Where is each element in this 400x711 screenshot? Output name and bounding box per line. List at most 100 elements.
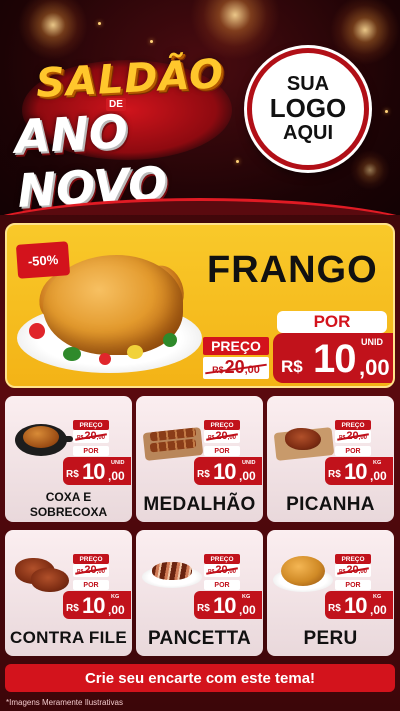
hero-preco-label: PREÇO bbox=[203, 337, 269, 355]
por-label: POR bbox=[204, 580, 240, 590]
hero-por-label: POR bbox=[277, 311, 387, 333]
roast-turkey-shape bbox=[281, 556, 325, 586]
old-price-cents: ,00 bbox=[96, 569, 105, 575]
header-banner: SALDÃO ANO NOVO DE SUA LOGO AQUI bbox=[0, 0, 400, 215]
preco-label: PREÇO bbox=[204, 554, 240, 564]
price-int: 10 bbox=[344, 459, 368, 484]
currency-symbol: R$ bbox=[208, 569, 215, 575]
old-price-cents: ,00 bbox=[358, 435, 367, 441]
old-price: R$ 20 ,00 bbox=[73, 564, 109, 577]
price-cents: ,00 bbox=[359, 355, 390, 380]
por-label: POR bbox=[335, 446, 371, 456]
logo-text-line-3: AQUI bbox=[283, 121, 333, 144]
new-price: R$ 10 KG ,00 bbox=[63, 591, 131, 619]
price-int: 10 bbox=[213, 459, 237, 484]
product-card[interactable]: PREÇO R$ 20 ,00 POR R$ 10 KG ,00 PICANHA bbox=[267, 396, 394, 522]
hero-product-name: FRANGO bbox=[207, 249, 378, 291]
price-cents: ,00 bbox=[370, 469, 387, 483]
price-cents: ,00 bbox=[239, 469, 256, 483]
currency-symbol: R$ bbox=[66, 469, 79, 480]
steak-shape bbox=[285, 428, 321, 450]
price-unit: UNID bbox=[361, 337, 383, 347]
new-price: R$ 10 KG ,00 bbox=[325, 591, 393, 619]
price-int: 10 bbox=[82, 593, 106, 618]
product-name: MEDALHÃO bbox=[143, 494, 256, 515]
price-unit: KG bbox=[373, 460, 382, 466]
firework-graphic bbox=[18, 0, 88, 60]
medallion-image bbox=[140, 416, 204, 464]
currency-symbol: R$ bbox=[77, 435, 84, 441]
old-price-int: 20 bbox=[84, 430, 97, 442]
por-label: POR bbox=[73, 446, 109, 456]
currency-symbol: R$ bbox=[208, 435, 215, 441]
old-price: R$ 20 ,00 bbox=[73, 430, 109, 443]
hero-old-price: PREÇO R$ 20 ,00 bbox=[203, 333, 271, 381]
old-price: R$ 20 ,00 bbox=[204, 430, 240, 443]
product-name: CONTRA FILE bbox=[10, 628, 127, 647]
hero-offer[interactable]: -50% FRANGO POR PREÇO R$ 20 ,00 R$ 10 UN… bbox=[5, 223, 395, 388]
product-card[interactable]: PREÇO R$ 20 ,00 POR R$ 10 UNID ,00 COXA … bbox=[5, 396, 132, 522]
price-cents: ,00 bbox=[239, 603, 256, 617]
product-card[interactable]: PREÇO R$ 20 ,00 POR R$ 10 KG ,00 CONTRA … bbox=[5, 530, 132, 656]
product-card[interactable]: PREÇO R$ 20 ,00 POR R$ 10 UNID ,00 MEDAL… bbox=[136, 396, 263, 522]
title-connector: DE bbox=[106, 98, 126, 111]
old-price: R$ 20 ,00 bbox=[335, 430, 371, 443]
pancetta-roll-shape bbox=[152, 562, 192, 580]
tomato-garnish bbox=[29, 323, 45, 339]
por-label: POR bbox=[335, 580, 371, 590]
sparkle bbox=[150, 40, 153, 43]
price-unit: KG bbox=[373, 594, 382, 600]
title-line-1: SALDÃO bbox=[34, 51, 226, 107]
chicken-thigh-image bbox=[9, 416, 73, 464]
price-cents: ,00 bbox=[108, 469, 125, 483]
price-unit: KG bbox=[242, 594, 251, 600]
herb-garnish bbox=[163, 333, 177, 347]
logo-text-line-2: LOGO bbox=[269, 93, 347, 124]
old-price-cents: ,00 bbox=[358, 569, 367, 575]
old-price-cents: ,00 bbox=[96, 435, 105, 441]
product-name: PERU bbox=[303, 628, 358, 649]
product-card[interactable]: PREÇO R$ 20 ,00 POR R$ 10 KG ,00 PERU bbox=[267, 530, 394, 656]
price-unit: UNID bbox=[111, 460, 125, 466]
por-label: POR bbox=[73, 580, 109, 590]
currency-symbol: R$ bbox=[212, 365, 224, 375]
logo-placeholder[interactable]: SUA LOGO AQUI bbox=[247, 48, 369, 170]
price-unit: KG bbox=[111, 594, 120, 600]
preco-label: PREÇO bbox=[73, 554, 109, 564]
preco-label: PREÇO bbox=[335, 554, 371, 564]
old-price-int: 20 bbox=[215, 564, 228, 576]
product-name: PICANHA bbox=[286, 494, 375, 515]
currency-symbol: R$ bbox=[281, 357, 303, 376]
old-price-cents: ,00 bbox=[244, 364, 260, 376]
pepper-garnish bbox=[127, 345, 143, 359]
currency-symbol: R$ bbox=[66, 603, 79, 614]
preco-label: PREÇO bbox=[335, 420, 371, 430]
product-name: COXA E SOBRECOXA bbox=[29, 490, 108, 519]
turkey-image bbox=[271, 550, 335, 598]
hero-old-price-value: R$ 20 ,00 bbox=[203, 357, 269, 379]
preco-label: PREÇO bbox=[73, 420, 109, 430]
product-card[interactable]: PREÇO R$ 20 ,00 POR R$ 10 KG ,00 PANCETT… bbox=[136, 530, 263, 656]
preco-label: PREÇO bbox=[204, 420, 240, 430]
sparkle bbox=[98, 22, 101, 25]
product-name: PANCETTA bbox=[147, 628, 252, 649]
herb-garnish bbox=[63, 347, 81, 361]
logo-text-line-1: SUA bbox=[286, 73, 330, 96]
price-cents: ,00 bbox=[108, 603, 125, 617]
firework-graphic bbox=[190, 0, 280, 60]
old-price-int: 20 bbox=[224, 357, 245, 377]
hero-new-price: R$ 10 UNID ,00 bbox=[273, 333, 393, 383]
old-price-int: 20 bbox=[215, 430, 228, 442]
new-price: R$ 10 UNID ,00 bbox=[63, 457, 131, 485]
discount-badge: -50% bbox=[15, 241, 71, 279]
price-int: 10 bbox=[344, 593, 368, 618]
price-int: 10 bbox=[213, 593, 237, 618]
por-label: POR bbox=[204, 446, 240, 456]
create-flyer-button[interactable]: Crie seu encarte com este tema! bbox=[5, 664, 395, 692]
currency-symbol: R$ bbox=[197, 469, 210, 480]
old-price-int: 20 bbox=[346, 564, 359, 576]
campaign-title: SALDÃO ANO NOVO DE bbox=[12, 51, 242, 215]
currency-symbol: R$ bbox=[339, 569, 346, 575]
firework-graphic bbox=[330, 0, 400, 65]
pancetta-image bbox=[140, 550, 204, 598]
